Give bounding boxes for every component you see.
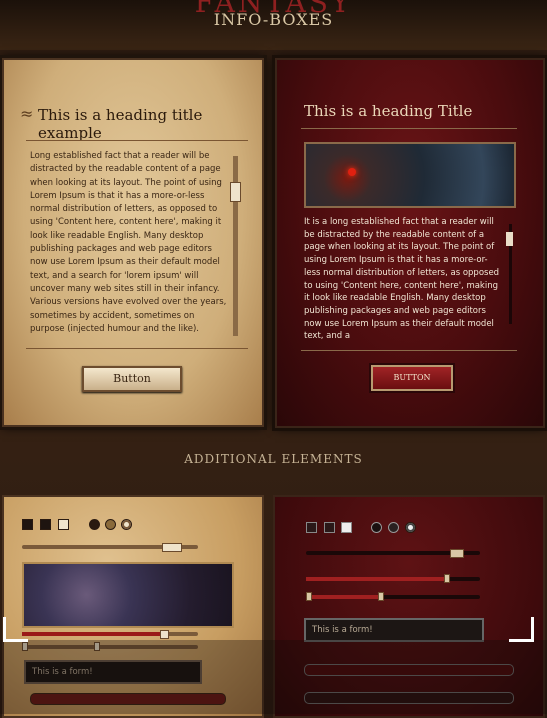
- slider-thumb[interactable]: [450, 549, 464, 558]
- radio-selected[interactable]: [405, 522, 416, 533]
- parchment-button[interactable]: Button: [82, 366, 182, 392]
- scrollbar-thumb[interactable]: [230, 182, 241, 202]
- red-info-box: This is a heading Title It is a long est…: [275, 58, 545, 428]
- range-slider-thumb[interactable]: [306, 592, 312, 601]
- checkbox-checked[interactable]: [58, 519, 69, 530]
- red-button[interactable]: BUTTON: [371, 365, 453, 391]
- checkbox[interactable]: [306, 522, 317, 533]
- red-body-text: It is a long established fact that a rea…: [304, 217, 500, 342]
- divider: [26, 140, 248, 141]
- range-slider-thumb[interactable]: [378, 592, 384, 601]
- slider-thumb[interactable]: [444, 574, 450, 583]
- checkbox[interactable]: [324, 522, 335, 533]
- form-input[interactable]: This is a form!: [304, 618, 484, 642]
- checkbox[interactable]: [22, 519, 33, 530]
- bottom-shade: [0, 640, 547, 714]
- divider: [301, 350, 517, 351]
- checkbox-checked[interactable]: [341, 522, 352, 533]
- parchment-heading: This is a heading title example: [38, 106, 203, 142]
- divider: [26, 348, 248, 349]
- checkbox[interactable]: [40, 519, 51, 530]
- range-slider-fill: [306, 595, 380, 599]
- slider-thumb[interactable]: [162, 543, 182, 552]
- dragon-image: [304, 142, 516, 208]
- swirl-ornament-icon: ≈: [20, 104, 34, 123]
- parchment-body-text: Long established fact that a reader will…: [30, 151, 227, 334]
- slider-fill: [306, 577, 446, 581]
- dragon-eye-icon: [348, 168, 356, 176]
- divider: [301, 128, 517, 129]
- section-title: ADDITIONAL ELEMENTS: [184, 452, 363, 466]
- monster-image: [22, 562, 234, 628]
- crop-corner-icon: [509, 617, 534, 642]
- crop-corner-icon: [3, 617, 28, 642]
- page-subtitle: INFO-BOXES: [213, 10, 334, 29]
- red-heading: This is a heading Title: [304, 102, 473, 120]
- scrollbar-thumb[interactable]: [506, 232, 513, 246]
- slider-thumb[interactable]: [160, 630, 169, 639]
- parchment-info-box: ≈ This is a heading title example Long e…: [2, 58, 264, 427]
- slider-fill: [22, 632, 164, 636]
- radio[interactable]: [388, 522, 399, 533]
- radio-selected[interactable]: [121, 519, 132, 530]
- radio[interactable]: [371, 522, 382, 533]
- radio[interactable]: [105, 519, 116, 530]
- radio[interactable]: [89, 519, 100, 530]
